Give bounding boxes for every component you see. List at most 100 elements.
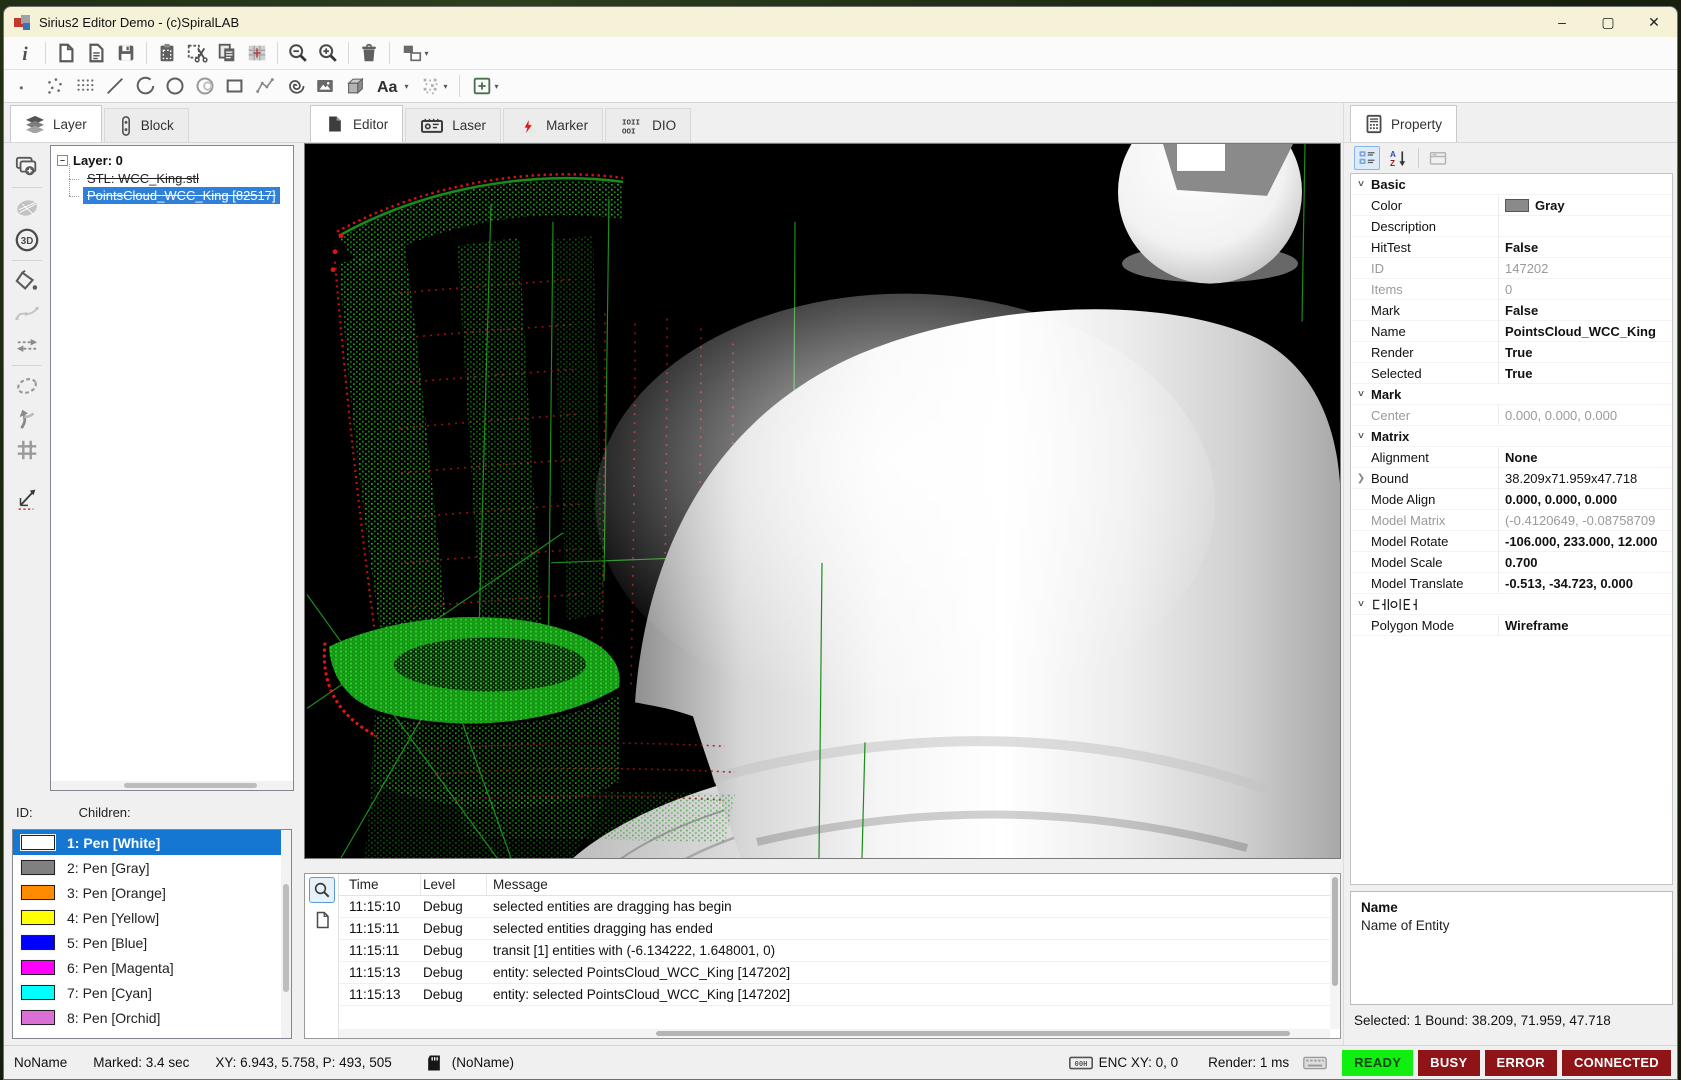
maximize-button[interactable]: ▢ xyxy=(1585,7,1631,37)
property-row[interactable]: ˅❯ Description xyxy=(1351,216,1672,237)
line-tool-button[interactable] xyxy=(100,72,130,100)
tree-hscrollbar[interactable] xyxy=(51,781,293,790)
property-row[interactable]: ˅❯ Mark False xyxy=(1351,300,1672,321)
tab-block[interactable]: Block xyxy=(104,108,189,142)
paste-button[interactable] xyxy=(152,39,182,67)
polyline-tool-button[interactable] xyxy=(250,72,280,100)
property-row[interactable]: ˅❯ Matrix xyxy=(1351,426,1672,447)
close-button[interactable]: ✕ xyxy=(1631,7,1677,37)
pen-list-item[interactable]: 4: Pen [Yellow] xyxy=(13,905,291,930)
info-button[interactable]: i xyxy=(10,39,40,67)
pen-list-item[interactable]: 1: Pen [White] xyxy=(13,830,291,855)
tab-editor[interactable]: Editor xyxy=(310,105,403,142)
dither-tool-button[interactable]: ▾ xyxy=(414,72,454,100)
copy-button[interactable] xyxy=(212,39,242,67)
log-row[interactable]: 11:15:10 Debug selected entities are dra… xyxy=(339,896,1340,918)
transfer-button[interactable] xyxy=(10,329,44,361)
points-grid-tool-button[interactable] xyxy=(70,72,100,100)
property-row[interactable]: ˅❯ Color Gray xyxy=(1351,195,1672,216)
zoom-in-button[interactable] xyxy=(313,39,343,67)
fill-button[interactable] xyxy=(10,265,44,297)
tab-dio[interactable]: IOIIOOI DIO xyxy=(605,108,691,142)
circle-tool-button[interactable] xyxy=(160,72,190,100)
tree-item-stl[interactable]: STL: WCC_King.stl xyxy=(57,170,293,187)
property-row[interactable]: ˅❯ Mode Align 0.000, 0.000, 0.000 xyxy=(1351,489,1672,510)
property-row[interactable]: ˅❯ 데이터 xyxy=(1351,594,1672,615)
branch-button[interactable] xyxy=(10,402,44,434)
text-tool-button[interactable]: Aa▾ xyxy=(370,72,414,100)
save-file-button[interactable] xyxy=(111,39,141,67)
curve-button[interactable] xyxy=(10,297,44,329)
property-row[interactable]: ˅❯ Alignment None xyxy=(1351,447,1672,468)
property-row[interactable]: ˅❯ Items 0 xyxy=(1351,279,1672,300)
pen-list-item[interactable]: 2: Pen [Gray] xyxy=(13,855,291,880)
log-row[interactable]: 11:15:11 Debug transit [1] entities with… xyxy=(339,940,1340,962)
image-tool-button[interactable] xyxy=(310,72,340,100)
tab-property[interactable]: Property xyxy=(1350,105,1457,142)
log-row[interactable]: 11:15:13 Debug entity: selected PointsCl… xyxy=(339,962,1340,984)
log-row[interactable]: 11:15:13 Debug entity: selected PointsCl… xyxy=(339,984,1340,1006)
chevron-down-icon[interactable]: ˅ xyxy=(1358,599,1364,610)
pen-list-item[interactable]: 6: Pen [Magenta] xyxy=(13,955,291,980)
hatch-button[interactable] xyxy=(10,370,44,402)
spiral-tool-button[interactable] xyxy=(280,72,310,100)
merge-cells-button[interactable] xyxy=(242,39,272,67)
property-row[interactable]: ˅❯ ID 147202 xyxy=(1351,258,1672,279)
mesh-button[interactable] xyxy=(10,192,44,224)
pen-list-item[interactable]: 7: Pen [Cyan] xyxy=(13,980,291,1005)
property-row[interactable]: ˅❯ Model Translate -0.513, -34.723, 0.00… xyxy=(1351,573,1672,594)
cut-button[interactable] xyxy=(182,39,212,67)
points-tool-button[interactable] xyxy=(40,72,70,100)
arc-tool-button[interactable] xyxy=(130,72,160,100)
property-row[interactable]: ˅❯ Polygon Mode Wireframe xyxy=(1351,615,1672,636)
pen-list-item[interactable]: 5: Pen [Blue] xyxy=(13,930,291,955)
tree-item-pointscloud[interactable]: PointsCloud_WCC_King [82517] xyxy=(57,187,293,204)
align-layout-button[interactable]: ▾ xyxy=(395,39,435,67)
property-row[interactable]: ˅❯ Render True xyxy=(1351,342,1672,363)
chevron-down-icon[interactable]: ˅ xyxy=(1358,179,1364,190)
add-layer-button[interactable] xyxy=(10,151,44,183)
log-col-level[interactable]: Level xyxy=(421,874,487,895)
property-row[interactable]: ˅❯ Model Rotate -106.000, 233.000, 12.00… xyxy=(1351,531,1672,552)
property-pages-button[interactable] xyxy=(1425,146,1451,170)
property-row[interactable]: ˅❯ HitTest False xyxy=(1351,237,1672,258)
new-file-button[interactable] xyxy=(51,39,81,67)
property-row[interactable]: ˅❯ Bound 38.209x71.959x47.718 xyxy=(1351,468,1672,489)
chevron-down-icon[interactable]: ˅ xyxy=(1358,389,1364,400)
axis-button[interactable] xyxy=(10,482,44,514)
tab-layer[interactable]: Layer xyxy=(10,105,102,142)
log-vscrollbar[interactable] xyxy=(1330,874,1340,1029)
tree-collapse-icon[interactable]: – xyxy=(57,155,68,166)
chevron-down-icon[interactable]: ˅ xyxy=(1358,431,1364,442)
property-row[interactable]: ˅❯ Mark xyxy=(1351,384,1672,405)
point-tool-button[interactable] xyxy=(10,72,40,100)
grid-button[interactable] xyxy=(10,434,44,466)
property-row[interactable]: ˅❯ Basic xyxy=(1351,174,1672,195)
log-page-button[interactable] xyxy=(309,907,335,933)
log-row[interactable]: 11:15:11 Debug selected entities draggin… xyxy=(339,918,1340,940)
pen-list-vscrollbar[interactable] xyxy=(281,830,291,1038)
log-col-message[interactable]: Message xyxy=(487,877,1340,892)
log-zoom-button[interactable] xyxy=(309,877,335,903)
insert-block-button[interactable]: ▾ xyxy=(465,72,505,100)
pen-list-item[interactable]: 3: Pen [Orange] xyxy=(13,880,291,905)
view-3d-button[interactable]: 3D xyxy=(10,224,44,256)
property-row[interactable]: ˅❯ Name PointsCloud_WCC_King xyxy=(1351,321,1672,342)
tab-laser[interactable]: Laser xyxy=(405,108,501,142)
viewport-3d[interactable] xyxy=(304,143,1341,859)
open-file-button[interactable] xyxy=(81,39,111,67)
property-row[interactable]: ˅❯ Selected True xyxy=(1351,363,1672,384)
tree-root-layer0[interactable]: – Layer: 0 xyxy=(57,151,293,170)
sort-az-button[interactable]: AZ xyxy=(1386,146,1412,170)
minimize-button[interactable]: – xyxy=(1539,7,1585,37)
categorized-button[interactable] xyxy=(1354,146,1380,170)
chevron-right-icon[interactable]: ❯ xyxy=(1357,473,1365,484)
delete-button[interactable] xyxy=(354,39,384,67)
tab-marker[interactable]: Marker xyxy=(503,108,603,142)
pen-list-item[interactable]: 8: Pen [Orchid] xyxy=(13,1005,291,1030)
property-row[interactable]: ˅❯ Center 0.000, 0.000, 0.000 xyxy=(1351,405,1672,426)
property-row[interactable]: ˅❯ Model Scale 0.700 xyxy=(1351,552,1672,573)
box3d-tool-button[interactable] xyxy=(340,72,370,100)
zoom-out-button[interactable] xyxy=(283,39,313,67)
log-hscrollbar[interactable] xyxy=(339,1029,1330,1038)
